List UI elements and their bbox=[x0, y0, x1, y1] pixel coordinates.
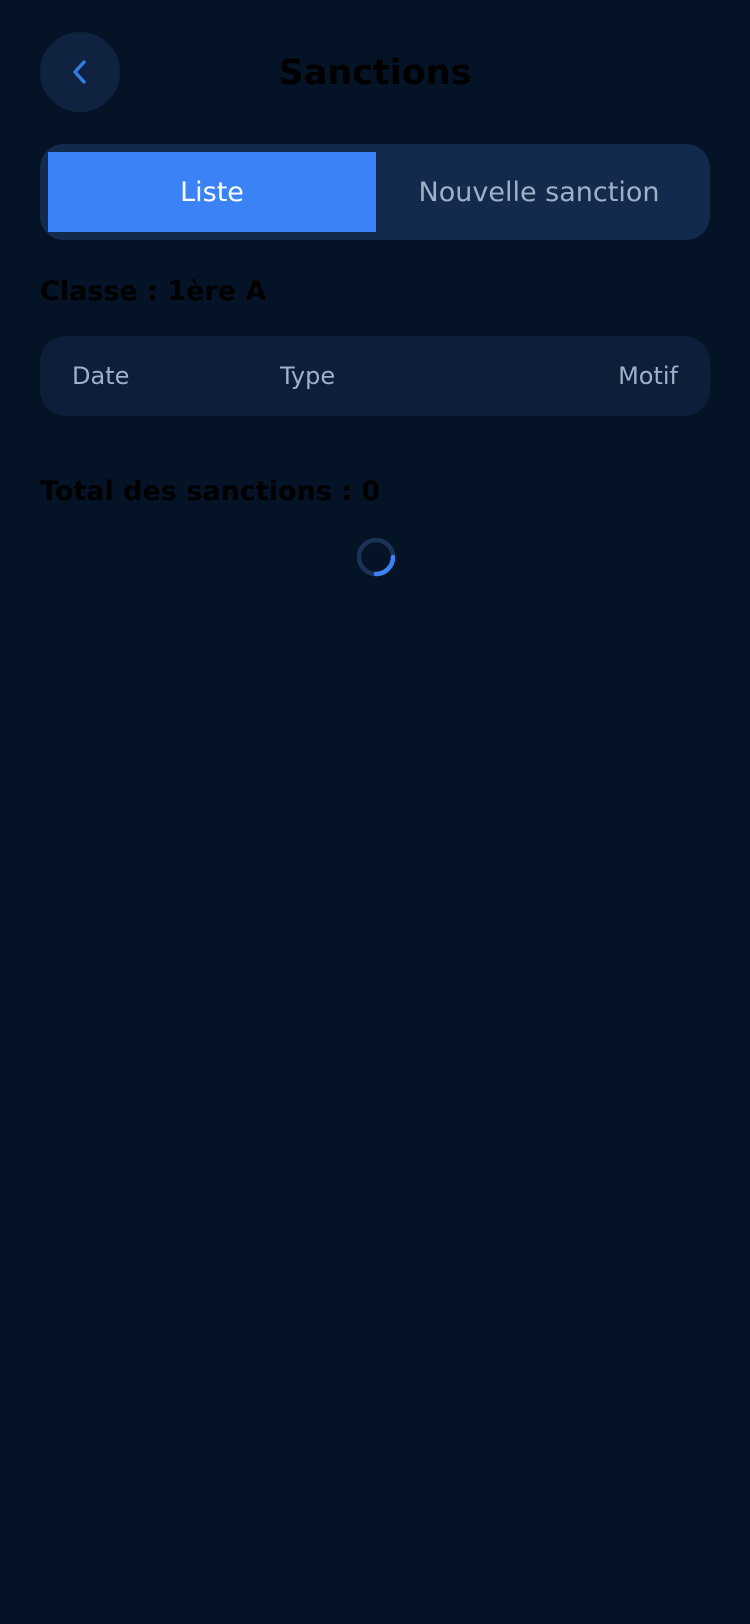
view-tabs: Liste Nouvelle sanction bbox=[40, 144, 710, 240]
column-header-date: Date bbox=[72, 362, 130, 390]
page-title: Sanctions bbox=[278, 53, 472, 93]
sanctions-screen: Sanctions Liste Nouvelle sanction Classe… bbox=[0, 0, 750, 1624]
tab-nouvelle-sanction[interactable]: Nouvelle sanction bbox=[376, 152, 702, 232]
loading-spinner-icon bbox=[355, 536, 397, 578]
sanctions-table-header: Date Type Motif bbox=[40, 336, 710, 416]
column-header-motif: Motif bbox=[618, 362, 678, 390]
column-header-type: Type bbox=[280, 362, 336, 390]
total-sanctions-label: Total des sanctions : 0 bbox=[40, 476, 381, 507]
class-label: Classe : 1ère A bbox=[40, 276, 267, 307]
tab-liste[interactable]: Liste bbox=[48, 152, 376, 232]
